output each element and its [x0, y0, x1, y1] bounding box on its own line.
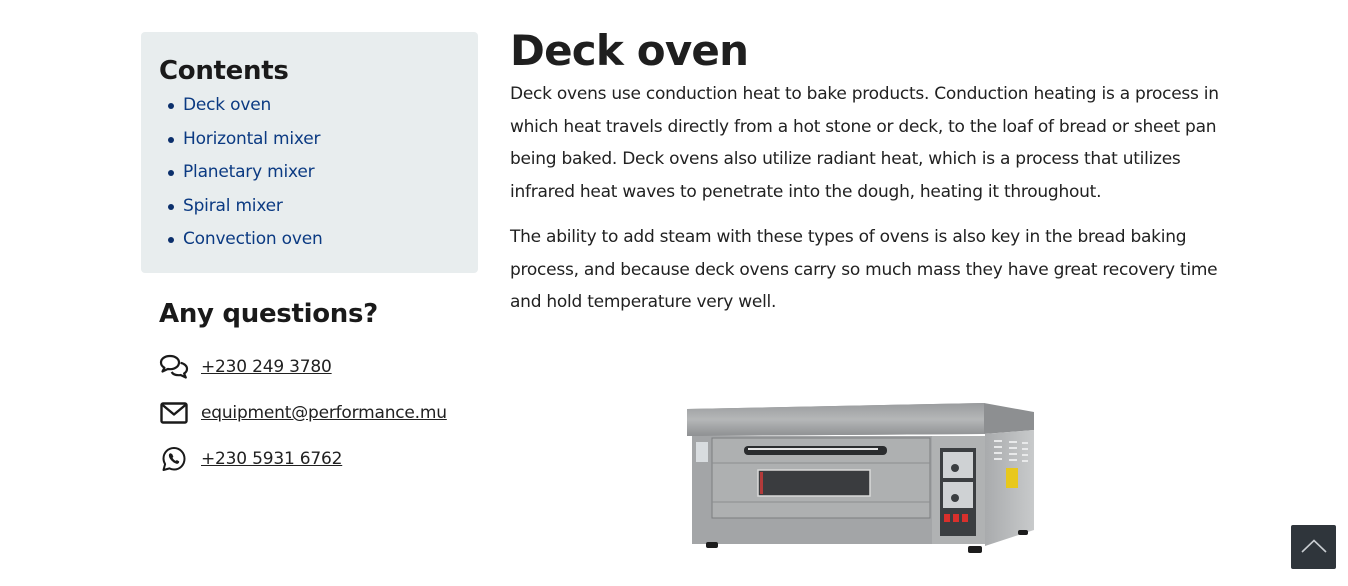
chevron-up-icon — [1300, 538, 1327, 557]
toc-title: Contents — [159, 56, 289, 86]
toc-link[interactable]: Deck oven — [183, 95, 271, 115]
article-paragraph: The ability to add steam with these type… — [510, 227, 1218, 312]
toc-link[interactable]: Spiral mixer — [183, 196, 283, 216]
contact-phone: +230 249 3780 — [159, 344, 479, 390]
back-to-top-button[interactable] — [1291, 525, 1336, 569]
toc-item-horizontal-mixer: Horizontal mixer — [159, 124, 460, 158]
toc-item-planetary-mixer: Planetary mixer — [159, 157, 460, 191]
toc-list: Deck oven Horizontal mixer Planetary mix… — [159, 90, 460, 258]
article-paragraph: Deck ovens use conduction heat to bake p… — [510, 84, 1219, 202]
contact-email: equipment@performance.mu — [159, 390, 479, 436]
whatsapp-link[interactable]: +230 5931 6762 — [201, 449, 342, 469]
deck-oven-image — [684, 400, 1038, 556]
toc-link[interactable]: Convection oven — [183, 229, 323, 249]
toc-link[interactable]: Planetary mixer — [183, 162, 315, 182]
page-title: Deck oven — [510, 26, 749, 75]
toc-link[interactable]: Horizontal mixer — [183, 129, 320, 149]
toc-item-deck-oven: Deck oven — [159, 90, 460, 124]
contact-section: Any questions? +230 249 3780 equipment@p… — [159, 296, 479, 482]
email-link[interactable]: equipment@performance.mu — [201, 403, 447, 423]
toc-item-convection-oven: Convection oven — [159, 224, 460, 258]
whatsapp-icon — [159, 444, 189, 474]
envelope-icon — [159, 398, 189, 428]
table-of-contents: Contents Deck oven Horizontal mixer Plan… — [141, 32, 478, 273]
chat-bubbles-icon — [159, 352, 189, 382]
phone-link[interactable]: +230 249 3780 — [201, 357, 332, 377]
toc-item-spiral-mixer: Spiral mixer — [159, 191, 460, 225]
contact-whatsapp: +230 5931 6762 — [159, 436, 479, 482]
contact-title: Any questions? — [159, 299, 378, 329]
article: Deck oven Deck ovens use conduction heat… — [510, 26, 1220, 332]
